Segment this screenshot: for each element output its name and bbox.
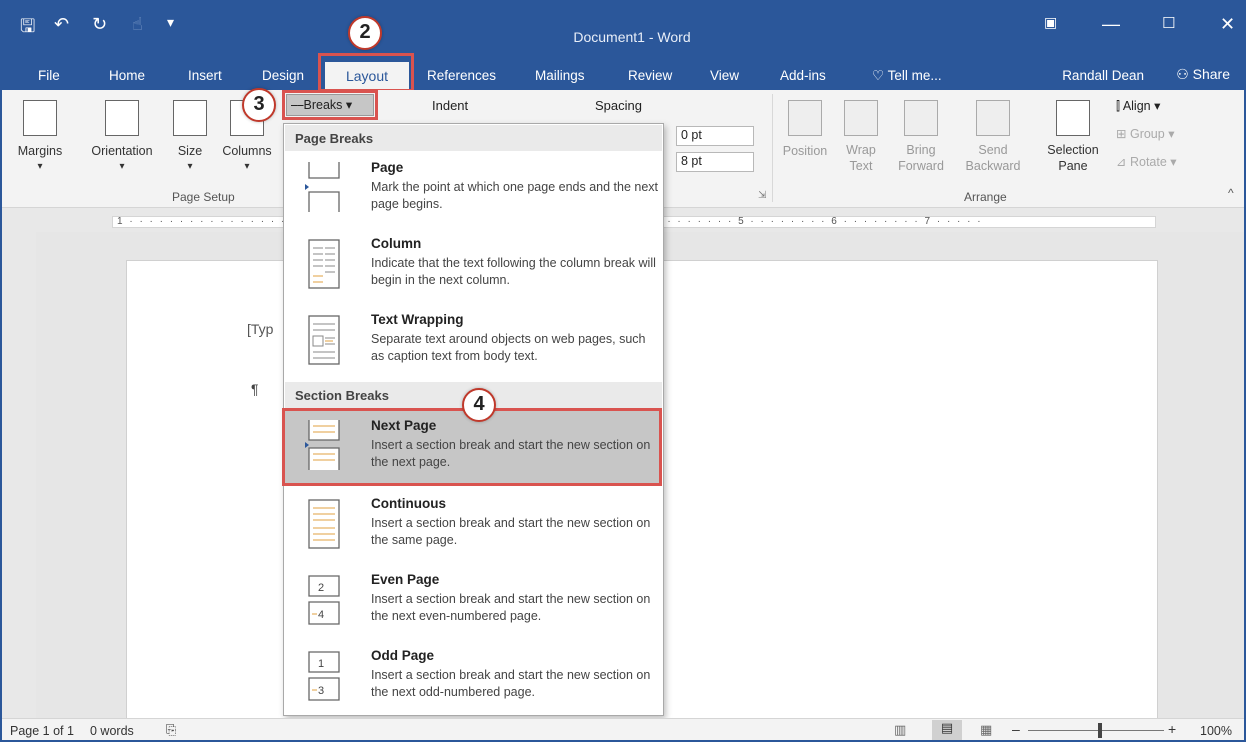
indent-label: Indent bbox=[432, 98, 469, 113]
callout-2: 2 bbox=[348, 16, 382, 50]
page-break-icon bbox=[303, 160, 343, 214]
group-button[interactable]: ⊞ Group ▾ bbox=[1116, 126, 1174, 141]
arrange-group-label: Arrange bbox=[964, 190, 1007, 204]
collapse-ribbon-icon[interactable]: ^ bbox=[1228, 186, 1234, 200]
tab-add-ins[interactable]: Add-ins bbox=[780, 68, 826, 83]
spacing-label: Spacing bbox=[595, 98, 642, 113]
menu-item-continuous[interactable]: Continuous Insert a section break and st… bbox=[285, 488, 662, 562]
print-layout-icon[interactable]: ▤ bbox=[932, 720, 962, 740]
minimize-icon[interactable]: — bbox=[1102, 14, 1120, 35]
position-button[interactable]: Position bbox=[778, 100, 832, 158]
customize-qat-icon[interactable]: ▾ bbox=[167, 14, 174, 31]
align-button[interactable]: ⫿ Align ▾ bbox=[1116, 98, 1160, 114]
person-icon: ⚇ bbox=[1176, 66, 1189, 82]
redo-icon[interactable]: ↻ bbox=[92, 14, 107, 35]
text-wrapping-icon bbox=[303, 312, 343, 366]
save-icon[interactable]: 🖫 bbox=[20, 14, 35, 44]
callout-4: 4 bbox=[462, 388, 496, 422]
bring-forward-button[interactable]: Bring Forward bbox=[890, 100, 952, 174]
wrap-text-icon bbox=[844, 100, 878, 136]
status-bar: Page 1 of 1 0 words ⎘ ▥ ▤ ▦ – + 100% bbox=[2, 718, 1244, 740]
svg-text:1: 1 bbox=[318, 658, 324, 670]
tab-mailings[interactable]: Mailings bbox=[535, 68, 585, 83]
odd-page-break-icon: 13 bbox=[303, 648, 343, 702]
zoom-slider-thumb[interactable] bbox=[1098, 723, 1102, 738]
size-icon bbox=[173, 100, 207, 136]
web-layout-icon[interactable]: ▦ bbox=[980, 722, 992, 738]
tab-review[interactable]: Review bbox=[628, 68, 672, 83]
menu-item-odd-page[interactable]: 13 Odd Page Insert a section break and s… bbox=[285, 640, 662, 714]
selection-pane-icon bbox=[1056, 100, 1090, 136]
group-separator bbox=[772, 94, 773, 202]
zoom-in-icon[interactable]: + bbox=[1168, 721, 1176, 737]
ribbon-display-icon[interactable]: ▣ bbox=[1044, 14, 1057, 31]
tell-me-search[interactable]: ♡ Tell me... bbox=[872, 68, 942, 84]
zoom-out-icon[interactable]: – bbox=[1012, 721, 1020, 737]
bring-forward-icon bbox=[904, 100, 938, 136]
close-icon[interactable]: ✕ bbox=[1220, 14, 1235, 35]
zoom-level[interactable]: 100% bbox=[1200, 724, 1232, 738]
share-button[interactable]: ⚇ Share bbox=[1176, 66, 1230, 83]
menu-item-text-wrapping[interactable]: Text Wrapping Separate text around objec… bbox=[285, 304, 662, 378]
word-count[interactable]: 0 words bbox=[90, 724, 134, 738]
svg-text:4: 4 bbox=[318, 609, 324, 621]
menu-item-page[interactable]: Page Mark the point at which one page en… bbox=[285, 152, 662, 226]
orientation-button[interactable]: Orientation ▾ bbox=[82, 100, 162, 172]
wrap-text-button[interactable]: Wrap Text bbox=[840, 100, 882, 174]
tab-home[interactable]: Home bbox=[109, 68, 145, 83]
page-breaks-header: Page Breaks bbox=[285, 125, 662, 151]
tab-file[interactable]: File bbox=[38, 68, 60, 83]
ribbon-tabs: File Home Insert Design Layout Reference… bbox=[2, 60, 1244, 90]
selection-pane-button[interactable]: Selection Pane bbox=[1042, 100, 1104, 174]
orientation-icon bbox=[105, 100, 139, 136]
send-backward-icon bbox=[976, 100, 1010, 136]
breaks-highlight bbox=[282, 90, 378, 120]
user-name[interactable]: Randall Dean bbox=[1062, 68, 1144, 83]
page-setup-group-label: Page Setup bbox=[172, 190, 235, 204]
rotate-button[interactable]: ⊿ Rotate ▾ bbox=[1116, 154, 1177, 169]
tab-design[interactable]: Design bbox=[262, 68, 304, 83]
paragraph-dialog-launcher-icon[interactable]: ⇲ bbox=[758, 190, 766, 201]
menu-item-column[interactable]: Column Indicate that the text following … bbox=[285, 228, 662, 302]
page-count[interactable]: Page 1 of 1 bbox=[10, 724, 74, 738]
group-icon: ⊞ bbox=[1116, 127, 1127, 141]
tab-view[interactable]: View bbox=[710, 68, 739, 83]
even-page-break-icon: 24 bbox=[303, 572, 343, 626]
callout-3: 3 bbox=[242, 88, 276, 122]
zoom-slider[interactable] bbox=[1028, 730, 1164, 731]
read-mode-icon[interactable]: ▥ bbox=[894, 722, 906, 738]
margins-icon bbox=[23, 100, 57, 136]
continuous-break-icon bbox=[303, 496, 343, 550]
margins-button[interactable]: Margins ▾ bbox=[16, 100, 64, 172]
tab-references[interactable]: References bbox=[427, 68, 496, 83]
svg-text:3: 3 bbox=[318, 685, 324, 697]
svg-text:2: 2 bbox=[318, 582, 324, 594]
position-icon bbox=[788, 100, 822, 136]
title-bar: 🖫 ↶ ↻ ☝ ▾ Document1 - Word ▣ — ☐ ✕ bbox=[2, 2, 1244, 60]
proofing-icon[interactable]: ⎘ bbox=[166, 722, 176, 738]
placeholder-text[interactable]: [Typ bbox=[247, 321, 273, 337]
size-button[interactable]: Size ▾ bbox=[170, 100, 210, 172]
align-icon: ⫿ bbox=[1116, 99, 1121, 113]
touch-mode-icon[interactable]: ☝ bbox=[132, 14, 143, 35]
pilcrow-mark: ¶ bbox=[251, 381, 259, 397]
send-backward-button[interactable]: Send Backward bbox=[958, 100, 1028, 174]
document-title: Document1 - Word bbox=[573, 29, 691, 45]
spacing-after-field[interactable]: 8 pt bbox=[676, 152, 754, 172]
maximize-icon[interactable]: ☐ bbox=[1162, 14, 1175, 32]
rotate-icon: ⊿ bbox=[1116, 155, 1127, 169]
word-window: 🖫 ↶ ↻ ☝ ▾ Document1 - Word ▣ — ☐ ✕ File … bbox=[0, 0, 1246, 742]
menu-item-even-page[interactable]: 24 Even Page Insert a section break and … bbox=[285, 564, 662, 638]
layout-tab-highlight bbox=[318, 53, 414, 92]
spacing-before-field[interactable]: 0 pt bbox=[676, 126, 754, 146]
column-break-icon bbox=[303, 236, 343, 290]
lightbulb-icon: ♡ bbox=[872, 68, 885, 83]
tab-insert[interactable]: Insert bbox=[188, 68, 222, 83]
vertical-ruler bbox=[2, 208, 36, 718]
undo-icon[interactable]: ↶ bbox=[54, 14, 69, 35]
